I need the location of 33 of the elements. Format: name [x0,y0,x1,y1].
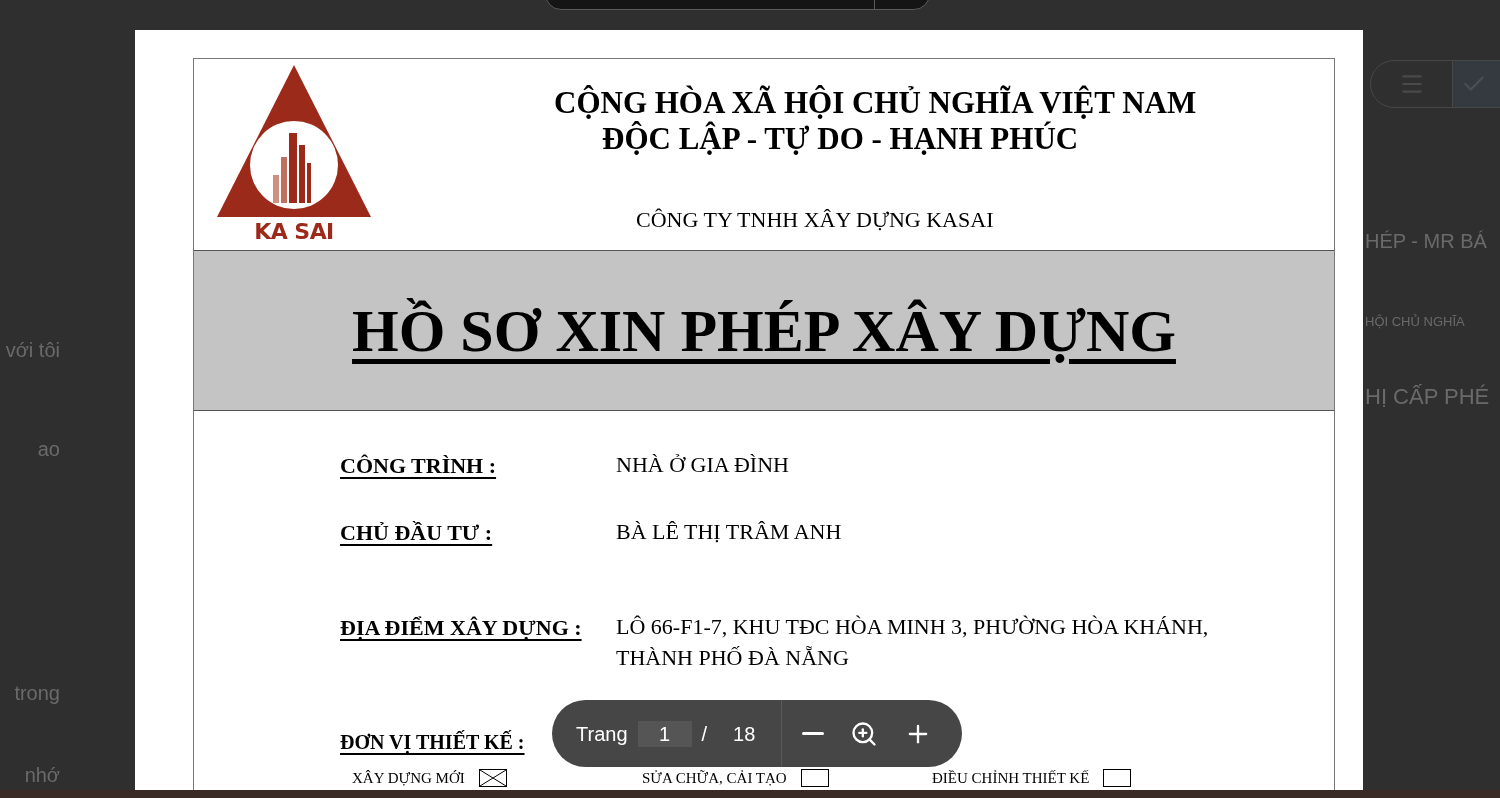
document-title: HỒ SƠ XIN PHÉP XÂY DỰNG [352,296,1176,366]
background-text: nhớ [24,763,60,788]
option-checkbox[interactable] [478,769,507,787]
background-text: với tôi [5,338,60,363]
minus-icon [802,732,825,735]
option-label: SỬA CHỮA, CẢI TẠO [642,769,787,787]
page-total: 18 [733,721,756,747]
page-label: Trang [576,721,628,747]
option-checkbox[interactable] [1103,769,1132,787]
field-value: BÀ LÊ THỊ TRÂM ANH [616,518,843,546]
option-label: ĐIỀU CHỈNH THIẾT KẾ [932,769,1090,787]
field-label: CHỦ ĐẦU TƯ : [340,520,493,545]
field-value: LÔ 66-F1-7, KHU TĐC HÒA MINH 3, PHƯỜNG HÒA KHÁNH, THÀNH PHỐ ĐÀ NẴNG [616,613,1210,672]
page-separator: / [701,721,708,747]
background-text: trong [14,681,60,706]
field-label: ĐỊA ĐIỂM XÂY DỰNG : [340,615,582,640]
field-label: CÔNG TRÌNH : [340,453,497,478]
company-name: CÔNG TY TNHH XÂY DỰNG KASAI [635,206,995,234]
field-label: ĐƠN VỊ THIẾT KẾ : [340,731,525,753]
field-value: NHÀ Ở GIA ĐÌNH [616,451,790,479]
option-checkbox[interactable] [800,769,829,787]
option-label: XÂY DỰNG MỚI [352,769,465,787]
triangle-buildings-logo-icon [217,65,371,217]
cross-icon [479,770,506,786]
background-text: HỊ CẤP PHÉ [1365,383,1490,411]
background-text: ao [37,437,60,462]
header-text: CỘNG HÒA XÃ HỘI CHỦ NGHĨA VIỆT NAM [554,85,1197,121]
zoom-in-icon [850,719,879,748]
background-text: HÉP - MR BÁ [1365,229,1487,254]
background-text: HỘI CHỦ NGHĨA [1365,313,1465,331]
logo-text: KA SAI [254,221,334,243]
page-number-field[interactable]: 1 [637,720,692,747]
header-text: ĐỘC LẬP - TỰ DO - HẠNH PHÚC [601,121,1080,157]
